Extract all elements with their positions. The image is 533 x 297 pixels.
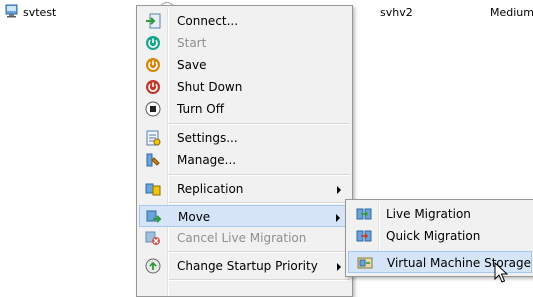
menu-item-replication[interactable]: Replication [139,178,350,200]
menu-item-settings[interactable]: Settings... [139,127,350,149]
manage-icon [146,153,160,167]
submenu-arrow-icon [337,186,341,194]
menu-item-label: Replication [177,182,244,196]
menu-item-label: Manage... [177,153,237,167]
submenu-arrow-icon [336,214,340,222]
start-icon [146,36,160,50]
cancel-migration-icon [145,231,160,245]
vm-name: svtest [23,6,57,19]
menu-separator [169,251,350,253]
menu-item-cancel-live-migration[interactable]: Cancel Live Migration [139,227,350,249]
move-icon [146,210,162,223]
mouse-cursor-icon [494,262,508,283]
live-migration-icon [356,208,372,220]
menu-separator [169,279,350,281]
menu-item-label: Cancel Live Migration [177,231,307,245]
menu-item-connect[interactable]: Connect... [139,10,350,32]
shutdown-icon [146,80,160,94]
startup-priority-icon [145,258,161,274]
submenu-arrow-icon [337,263,341,271]
menu-item-label: Shut Down [177,80,243,94]
menu-separator [169,202,350,204]
submenu-item-label: Live Migration [386,207,471,221]
menu-item-label: Settings... [177,131,238,145]
menu-item-label: Change Startup Priority [177,259,318,273]
menu-item-move[interactable]: Move [139,205,350,227]
vm-host: svhv2 [380,6,413,19]
turnoff-icon [145,101,161,117]
settings-icon [146,130,161,146]
context-menu: Connect... Start Save Shut Down Turn Off… [136,5,353,297]
save-icon [146,58,160,72]
menu-item-label: Connect... [177,14,239,28]
menu-item-label: Move [178,210,211,224]
menu-item-label: Start [177,36,207,50]
menu-item-turn-off[interactable]: Turn Off [139,98,350,120]
menu-item-shut-down[interactable]: Shut Down [139,76,350,98]
menu-item-label: Turn Off [177,102,224,116]
quick-migration-icon [356,230,372,242]
vm-startup-priority: Medium [490,6,533,19]
menu-item-save[interactable]: Save [139,54,350,76]
menu-item-label: Save [177,58,207,72]
submenu-item-live-migration[interactable]: Live Migration [348,203,532,225]
vm-storage-icon [357,257,373,269]
menu-separator [169,174,350,176]
replication-icon [145,183,161,196]
menu-item-change-startup-priority[interactable]: Change Startup Priority [139,255,350,277]
menu-item-start[interactable]: Start [139,32,350,54]
submenu-item-label: Virtual Machine Storage [387,256,532,270]
virtual-machine-icon [5,4,18,18]
connect-icon [146,13,161,29]
menu-separator [169,123,350,125]
menu-item-manage[interactable]: Manage... [139,149,350,171]
submenu-item-label: Quick Migration [386,229,481,243]
submenu-item-quick-migration[interactable]: Quick Migration [348,225,532,247]
